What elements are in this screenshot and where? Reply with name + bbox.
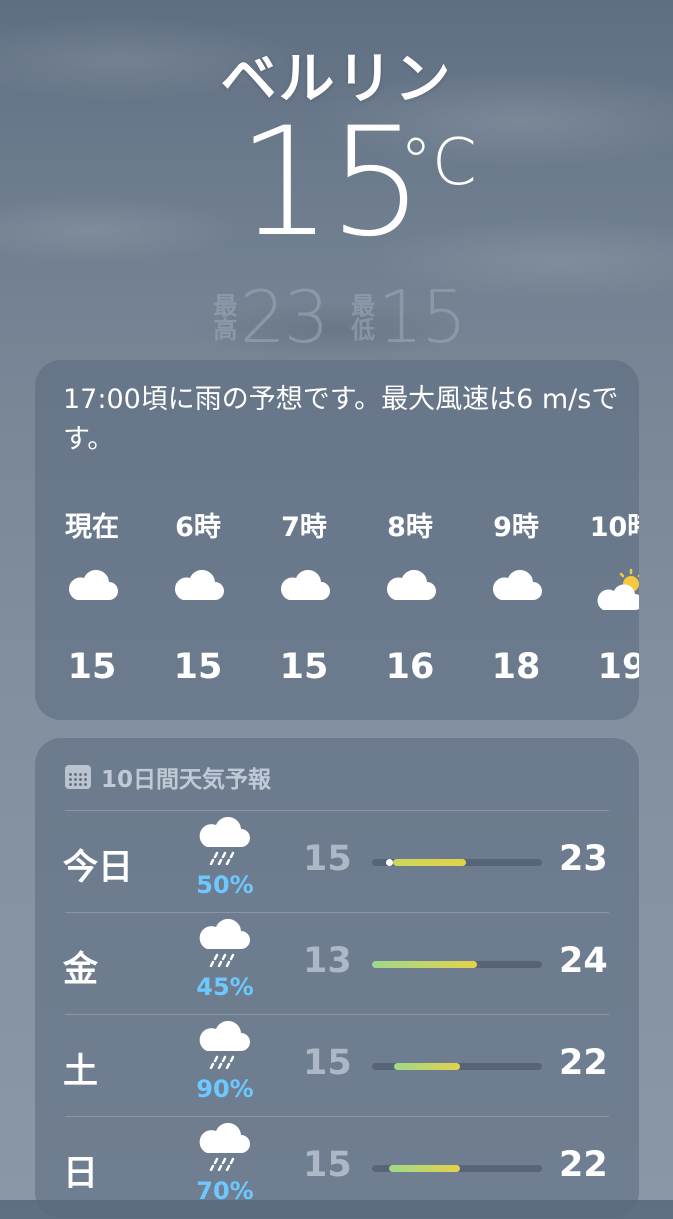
low-temperature: 15 (303, 839, 352, 879)
precipitation-chance: 90% (196, 1075, 254, 1103)
calendar-icon (65, 765, 91, 789)
cloud-icon (357, 568, 463, 614)
low-temperature: 15 (303, 1043, 352, 1083)
day-name: 今日 (63, 848, 134, 888)
temperature-range-bar (372, 1165, 542, 1172)
hour-temperature: 18 (491, 647, 541, 687)
day-row[interactable]: 今日 50% 15 23 (35, 811, 639, 913)
hour-label: 10時 (589, 512, 639, 543)
hour-temperature: 15 (67, 647, 117, 687)
day-row[interactable]: 金 45% 13 24 (35, 913, 639, 1015)
hour-label: 8時 (387, 512, 433, 543)
rain-cloud-icon (197, 816, 253, 866)
high-temperature: 24 (559, 941, 608, 981)
rain-cloud-icon (197, 1122, 253, 1172)
day-row[interactable]: 日 70% 15 22 (35, 1117, 639, 1219)
hour-temperature: 16 (385, 647, 435, 687)
hour-label: 9時 (493, 512, 539, 543)
hour-label: 7時 (281, 512, 327, 543)
hour-label: 現在 (65, 512, 119, 543)
hourly-forecast-card[interactable]: 17:00頃に雨の予想です。最大風速は6 m/sです。 現在 15 6時 15 7時 15… (35, 360, 639, 720)
temperature-range-bar (372, 961, 542, 968)
low-temperature: 15 (303, 1145, 352, 1185)
temperature-range-fill (372, 961, 478, 968)
high-temperature: 22 (559, 1145, 608, 1185)
hour-temperature: 19 (597, 647, 639, 687)
temperature-range-bar (372, 1063, 542, 1070)
day-name: 金 (63, 950, 99, 990)
high-low-summary: 最高 23 最低 15 (0, 275, 673, 359)
high-temperature: 22 (559, 1043, 608, 1083)
precipitation-chance: 45% (196, 973, 254, 1001)
day-row[interactable]: 土 90% 15 22 (35, 1015, 639, 1117)
high-label: 最高 (208, 293, 237, 341)
ten-day-title: 10日間天気予報 (101, 767, 272, 793)
row-divider (65, 810, 609, 811)
ten-day-forecast-card[interactable]: 10日間天気予報 今日 50% 15 23 金 45% 13 24 土 90% 15 22 日 70% 15… (35, 738, 639, 1218)
current-temperature-block: 15 °C (0, 108, 673, 258)
day-name: 日 (63, 1154, 99, 1194)
row-divider (65, 1116, 609, 1117)
rain-cloud-icon (197, 1020, 253, 1070)
temperature-range-fill (389, 1165, 461, 1172)
precipitation-chance: 50% (196, 871, 254, 899)
current-temp-marker (386, 859, 393, 866)
precipitation-chance: 70% (196, 1177, 254, 1205)
temperature-range-fill (394, 1063, 461, 1070)
low-temperature: 13 (303, 941, 352, 981)
current-temperature: 15 (237, 96, 424, 270)
temperature-range-fill (392, 859, 466, 866)
day-name: 土 (63, 1052, 99, 1092)
ten-day-header: 10日間天気予報 (65, 760, 271, 794)
row-divider (65, 1014, 609, 1015)
temperature-unit: °C (400, 126, 477, 200)
partly-sunny-icon (569, 568, 639, 614)
hour-temperature: 15 (279, 647, 329, 687)
hourly-scroll-row[interactable]: 現在 15 6時 15 7時 15 8時 16 9時 18 10時 19 (35, 360, 639, 720)
hour-temperature: 15 (173, 647, 223, 687)
cloud-icon (251, 568, 357, 614)
cloud-icon (463, 568, 569, 614)
row-divider (65, 912, 609, 913)
cloud-icon (145, 568, 251, 614)
temperature-range-bar (372, 859, 542, 866)
cloud-icon (39, 568, 145, 614)
rain-cloud-icon (197, 918, 253, 968)
low-label: 最低 (346, 293, 375, 341)
high-temperature: 23 (559, 839, 608, 879)
low-value: 15 (377, 275, 468, 359)
hour-label: 6時 (175, 512, 221, 543)
high-value: 23 (239, 275, 330, 359)
